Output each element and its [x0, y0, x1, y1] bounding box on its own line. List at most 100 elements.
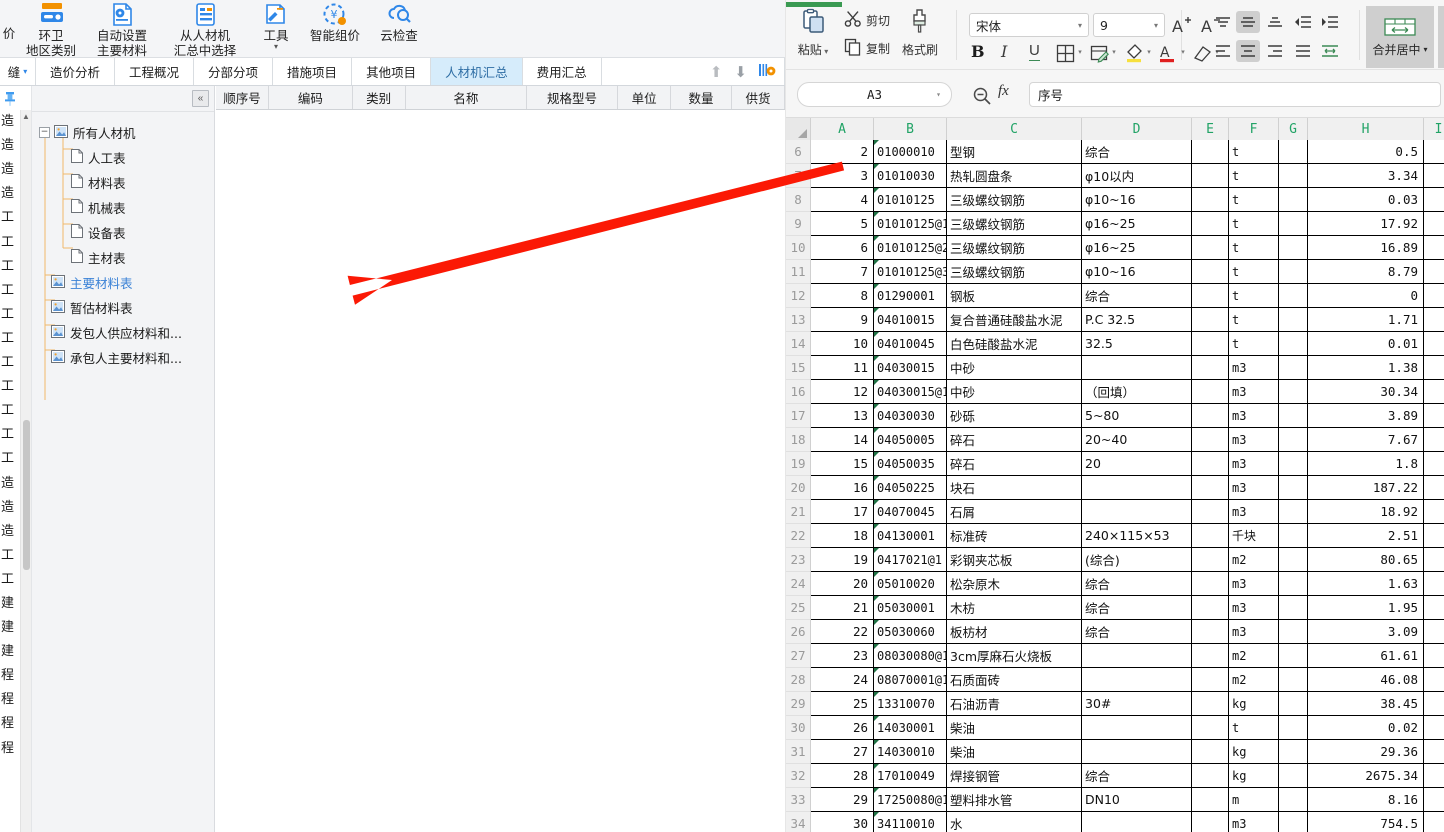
- sheet-cell[interactable]: m2: [1229, 548, 1279, 571]
- sheet-cell[interactable]: 04050035: [874, 452, 947, 475]
- sheet-cell[interactable]: [1424, 236, 1444, 259]
- sheet-cell[interactable]: 04010045: [874, 332, 947, 355]
- sheet-cell[interactable]: 钢板: [947, 284, 1082, 307]
- tree-node-material-table[interactable]: 材料表: [39, 170, 214, 195]
- pin-button[interactable]: [0, 86, 20, 112]
- tab-division-items[interactable]: 分部分项: [194, 58, 274, 85]
- sheet-cell[interactable]: (综合): [1082, 548, 1192, 571]
- sheet-row-header[interactable]: 6: [786, 140, 810, 164]
- sheet-cell[interactable]: [1082, 812, 1192, 832]
- sheet-cell[interactable]: [1279, 140, 1308, 163]
- sheet-cell[interactable]: 彩钢夹芯板: [947, 548, 1082, 571]
- name-box[interactable]: A3 ▾: [797, 82, 952, 107]
- sheet-cell[interactable]: [1279, 812, 1308, 832]
- sheet-column-header[interactable]: E: [1192, 118, 1229, 140]
- sheet-cell[interactable]: 1.71: [1308, 308, 1424, 331]
- sheet-cell[interactable]: 8.79: [1308, 260, 1424, 283]
- tab-measure-items[interactable]: 措施项目: [273, 58, 353, 85]
- sheet-cell[interactable]: 13310070: [874, 692, 947, 715]
- sheet-cell[interactable]: 18: [811, 524, 874, 547]
- sheet-cell[interactable]: 石屑: [947, 500, 1082, 523]
- cell-style-dropdown-caret-icon[interactable]: ▾: [1110, 48, 1118, 56]
- sheet-row[interactable]: 10 04010045 白色硅酸盐水泥 32.5 t 0.01: [811, 332, 1444, 356]
- sheet-row[interactable]: 8 01290001 钢板 综合 t 0: [811, 284, 1444, 308]
- arrow-down-icon[interactable]: ⬇: [734, 63, 747, 81]
- sheet-cell[interactable]: 04070045: [874, 500, 947, 523]
- sheet-cell[interactable]: [1192, 788, 1229, 811]
- sheet-cell[interactable]: 柴油: [947, 740, 1082, 763]
- sheet-cell[interactable]: 0.5: [1308, 140, 1424, 163]
- sheet-cell[interactable]: 01290001: [874, 284, 947, 307]
- sheet-row-header[interactable]: 12: [786, 284, 810, 308]
- sheet-cell[interactable]: [1192, 596, 1229, 619]
- sheet-cell[interactable]: [1279, 404, 1308, 427]
- ribbon-button-smart-pricing[interactable]: ¥ 智能组价: [302, 0, 368, 58]
- sheet-cell[interactable]: 水: [947, 812, 1082, 832]
- fill-color-dropdown-caret-icon[interactable]: ▾: [1145, 48, 1153, 56]
- increase-font-size-button[interactable]: A: [1171, 14, 1193, 36]
- sheet-cell[interactable]: [1192, 308, 1229, 331]
- insert-function-search-button[interactable]: [972, 86, 992, 109]
- sheet-cell[interactable]: m3: [1229, 428, 1279, 451]
- sheet-cell[interactable]: P.C 32.5: [1082, 308, 1192, 331]
- borders-dropdown-caret-icon[interactable]: ▾: [1076, 48, 1084, 56]
- sheet-cell[interactable]: 08030080@1: [874, 644, 947, 667]
- sheet-cell[interactable]: 14: [811, 428, 874, 451]
- sheet-cell[interactable]: [1279, 788, 1308, 811]
- align-top-button[interactable]: [1211, 11, 1235, 33]
- sheet-row-header[interactable]: 19: [786, 452, 810, 476]
- sheet-cell[interactable]: [1424, 284, 1444, 307]
- sheet-cell[interactable]: 焊接钢管: [947, 764, 1082, 787]
- sheet-cell[interactable]: 21: [811, 596, 874, 619]
- sheet-cell[interactable]: [1424, 308, 1444, 331]
- sheet-cell[interactable]: [1279, 284, 1308, 307]
- sheet-row-header[interactable]: 30: [786, 716, 810, 740]
- sheet-cell[interactable]: 3.34: [1308, 164, 1424, 187]
- sheet-cell[interactable]: 3.89: [1308, 404, 1424, 427]
- sheet-cell[interactable]: 05010020: [874, 572, 947, 595]
- sheet-row-header[interactable]: 32: [786, 764, 810, 788]
- sheet-row-header[interactable]: 17: [786, 404, 810, 428]
- sheet-cell[interactable]: [1279, 332, 1308, 355]
- cell-style-button[interactable]: [1088, 42, 1110, 64]
- grid-column-header[interactable]: 数量: [671, 86, 732, 109]
- sheet-cell[interactable]: [1424, 332, 1444, 355]
- sheet-cell[interactable]: 15: [811, 452, 874, 475]
- sheet-row[interactable]: 13 04030030 砂砾 5~80 m3 3.89: [811, 404, 1444, 428]
- sheet-cell[interactable]: [1192, 812, 1229, 832]
- chevron-down-icon[interactable]: ▾: [822, 47, 828, 56]
- sheet-cell[interactable]: m3: [1229, 404, 1279, 427]
- sheet-cell[interactable]: 30: [811, 812, 874, 832]
- sheet-cell[interactable]: DN10: [1082, 788, 1192, 811]
- sheet-cell[interactable]: 11: [811, 356, 874, 379]
- sheet-cell[interactable]: [1279, 764, 1308, 787]
- tab-cost-analysis[interactable]: 造价分析: [36, 58, 116, 85]
- font-size-select[interactable]: 9 ▾: [1093, 13, 1165, 37]
- tab-other-items[interactable]: 其他项目: [352, 58, 432, 85]
- sheet-cell[interactable]: 05030060: [874, 620, 947, 643]
- sheet-cell[interactable]: t: [1229, 308, 1279, 331]
- sheet-cell[interactable]: t: [1229, 164, 1279, 187]
- ribbon-button-select-from-summary[interactable]: 从人材机 汇总中选择: [160, 0, 250, 58]
- sheet-cell[interactable]: [1424, 548, 1444, 571]
- sheet-row-header[interactable]: 20: [786, 476, 810, 500]
- sheet-cell[interactable]: [1279, 428, 1308, 451]
- sheet-row-header[interactable]: 8: [786, 188, 810, 212]
- sheet-cell[interactable]: [1192, 668, 1229, 691]
- sheet-cell[interactable]: [1424, 668, 1444, 691]
- sheet-cell[interactable]: m: [1229, 788, 1279, 811]
- sheet-cell[interactable]: [1192, 716, 1229, 739]
- borders-button[interactable]: [1054, 42, 1076, 64]
- align-justify-button[interactable]: [1291, 40, 1315, 62]
- sheet-cell[interactable]: [1424, 140, 1444, 163]
- sheet-cell[interactable]: t: [1229, 284, 1279, 307]
- chevron-down-icon[interactable]: ▾: [1078, 21, 1082, 30]
- sheet-row-header[interactable]: 25: [786, 596, 810, 620]
- sheet-cell[interactable]: φ10~16: [1082, 260, 1192, 283]
- sheet-cell[interactable]: [1279, 452, 1308, 475]
- sheet-cell[interactable]: [1192, 356, 1229, 379]
- sheet-cell[interactable]: 23: [811, 644, 874, 667]
- sheet-cell[interactable]: m3: [1229, 620, 1279, 643]
- sheet-cell[interactable]: [1279, 740, 1308, 763]
- sheet-row[interactable]: 24 08070001@1 石质面砖 m2 46.08: [811, 668, 1444, 692]
